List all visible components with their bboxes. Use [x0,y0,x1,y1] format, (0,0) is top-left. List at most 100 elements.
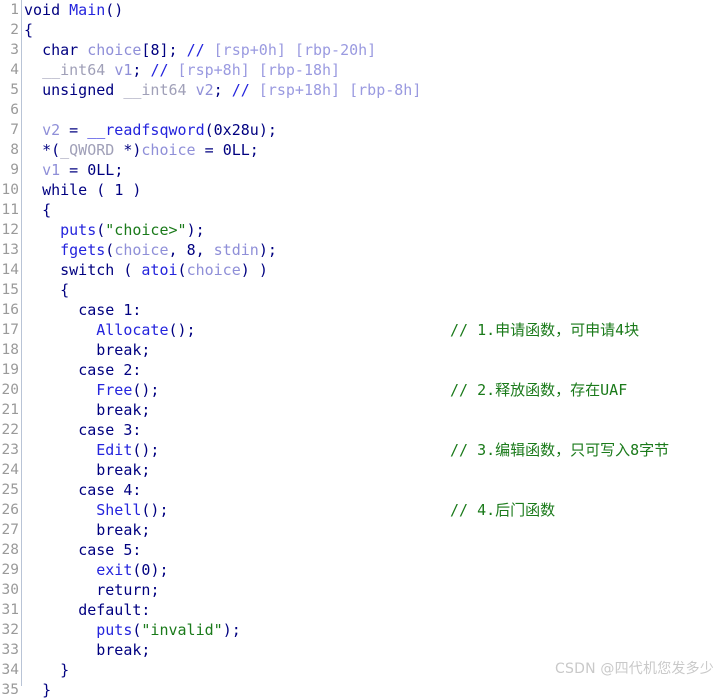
code-line[interactable]: 22 case 3: [0,420,722,440]
code-text[interactable]: } [24,680,51,700]
code-text[interactable]: __int64 v1; // [rsp+8h] [rbp-18h] [24,60,340,80]
code-text[interactable]: void Main() [24,0,123,20]
line-number: 35 [1,682,19,698]
line-number: 5 [10,82,19,98]
code-line[interactable]: 11 { [0,200,722,220]
code-line[interactable]: 33 break; [0,640,722,660]
code-text[interactable]: fgets(choice, 8, stdin); [24,240,277,260]
line-number: 8 [10,142,19,158]
code-text[interactable]: puts("choice>"); [24,220,205,240]
line-number: 10 [1,182,19,198]
line-number: 32 [1,622,19,638]
code-text[interactable]: char choice[8]; // [rsp+0h] [rbp-20h] [24,40,376,60]
code-line[interactable]: 31 default: [0,600,722,620]
watermark: CSDN @四代机您发多少 [555,661,714,677]
code-line[interactable]: 12 puts("choice>"); [0,220,722,240]
code-area[interactable]: 1 void Main() 2{3 char choice[8]; // [rsp+… [0,0,722,700]
code-line[interactable]: 1 void Main() [0,0,722,20]
code-text[interactable]: } [24,660,69,680]
inline-comment[interactable]: // 1.申请函数，可申请4块 [450,320,639,340]
line-number: 22 [1,422,19,438]
code-line[interactable]: 17 Allocate(); // 1.申请函数，可申请4块 [0,320,722,340]
code-text[interactable]: break; [24,400,150,420]
code-line[interactable]: 21 break; [0,400,722,420]
code-line[interactable]: 18 break; [0,340,722,360]
line-number: 24 [1,462,19,478]
code-line[interactable]: 27 break; [0,520,722,540]
code-line[interactable]: 15 { [0,280,722,300]
line-number: 4 [10,62,19,78]
code-line[interactable]: 6 [0,100,722,120]
line-number: 1 [10,2,19,18]
code-line[interactable]: 16 case 1: [0,300,722,320]
code-line[interactable]: 9 v1 = 0LL; [0,160,722,180]
pseudocode-editor[interactable]: 1 void Main() 2{3 char choice[8]; // [rsp+… [0,0,722,699]
code-line[interactable]: 28 case 5: [0,540,722,560]
code-text[interactable]: { [24,280,69,300]
code-text[interactable]: case 4: [24,480,141,500]
code-text[interactable]: exit(0); [24,560,168,580]
code-text[interactable]: unsigned __int64 v2; // [rsp+18h] [rbp-8… [24,80,421,100]
code-text[interactable]: break; [24,520,150,540]
line-number: 15 [1,282,19,298]
inline-comment[interactable]: // 2.释放函数，存在UAF [450,380,627,400]
code-text[interactable]: break; [24,460,150,480]
code-line[interactable]: 13 fgets(choice, 8, stdin); [0,240,722,260]
code-text[interactable]: case 5: [24,540,141,560]
code-text[interactable]: v2 = __readfsqword(0x28u); [24,120,277,140]
line-number: 17 [1,322,19,338]
line-number: 19 [1,362,19,378]
code-line[interactable]: 19 case 2: [0,360,722,380]
line-number: 26 [1,502,19,518]
code-text[interactable]: { [24,200,51,220]
code-line[interactable]: 26 Shell(); // 4.后门函数 [0,500,722,520]
code-text[interactable]: case 1: [24,300,141,320]
code-text[interactable]: puts("invalid"); [24,620,241,640]
code-text[interactable]: v1 = 0LL; [24,160,123,180]
code-line[interactable]: 3 char choice[8]; // [rsp+0h] [rbp-20h] [0,40,722,60]
code-line[interactable]: 5 unsigned __int64 v2; // [rsp+18h] [rbp… [0,80,722,100]
code-line[interactable]: 24 break; [0,460,722,480]
code-text[interactable]: Allocate(); [24,320,195,340]
line-number: 18 [1,342,19,358]
code-line[interactable]: 23 Edit(); // 3.编辑函数，只可写入8字节 [0,440,722,460]
code-text[interactable]: Shell(); [24,500,168,520]
code-line[interactable]: 2{ [0,20,722,40]
code-line[interactable]: 8 *(_QWORD *)choice = 0LL; [0,140,722,160]
code-text[interactable]: { [24,20,33,40]
code-line[interactable]: 14 switch ( atoi(choice) ) [0,260,722,280]
code-line[interactable]: 29 exit(0); [0,560,722,580]
code-text[interactable]: Edit(); [24,440,159,460]
line-number: 20 [1,382,19,398]
inline-comment[interactable]: // 4.后门函数 [450,500,555,520]
code-text[interactable]: Free(); [24,380,159,400]
code-line[interactable]: 25 case 4: [0,480,722,500]
code-text[interactable]: break; [24,640,150,660]
line-number: 28 [1,542,19,558]
code-line[interactable]: 10 while ( 1 ) [0,180,722,200]
line-number: 14 [1,262,19,278]
line-number: 9 [10,162,19,178]
line-number: 31 [1,602,19,618]
line-number: 7 [10,122,19,138]
line-number: 29 [1,562,19,578]
code-text[interactable]: break; [24,340,150,360]
code-line[interactable]: 7 v2 = __readfsqword(0x28u); [0,120,722,140]
code-line[interactable]: 20 Free(); // 2.释放函数，存在UAF [0,380,722,400]
code-line[interactable]: 35 } [0,680,722,700]
code-text[interactable]: *(_QWORD *)choice = 0LL; [24,140,259,160]
line-number: 21 [1,402,19,418]
line-number: 12 [1,222,19,238]
line-number: 16 [1,302,19,318]
code-text[interactable]: return; [24,580,159,600]
code-text[interactable]: case 2: [24,360,141,380]
line-number: 27 [1,522,19,538]
inline-comment[interactable]: // 3.编辑函数，只可写入8字节 [450,440,669,460]
code-text[interactable]: default: [24,600,150,620]
code-text[interactable]: case 3: [24,420,141,440]
code-text[interactable]: while ( 1 ) [24,180,141,200]
code-line[interactable]: 30 return; [0,580,722,600]
code-line[interactable]: 32 puts("invalid"); [0,620,722,640]
code-text[interactable]: switch ( atoi(choice) ) [24,260,268,280]
code-line[interactable]: 4 __int64 v1; // [rsp+8h] [rbp-18h] [0,60,722,80]
